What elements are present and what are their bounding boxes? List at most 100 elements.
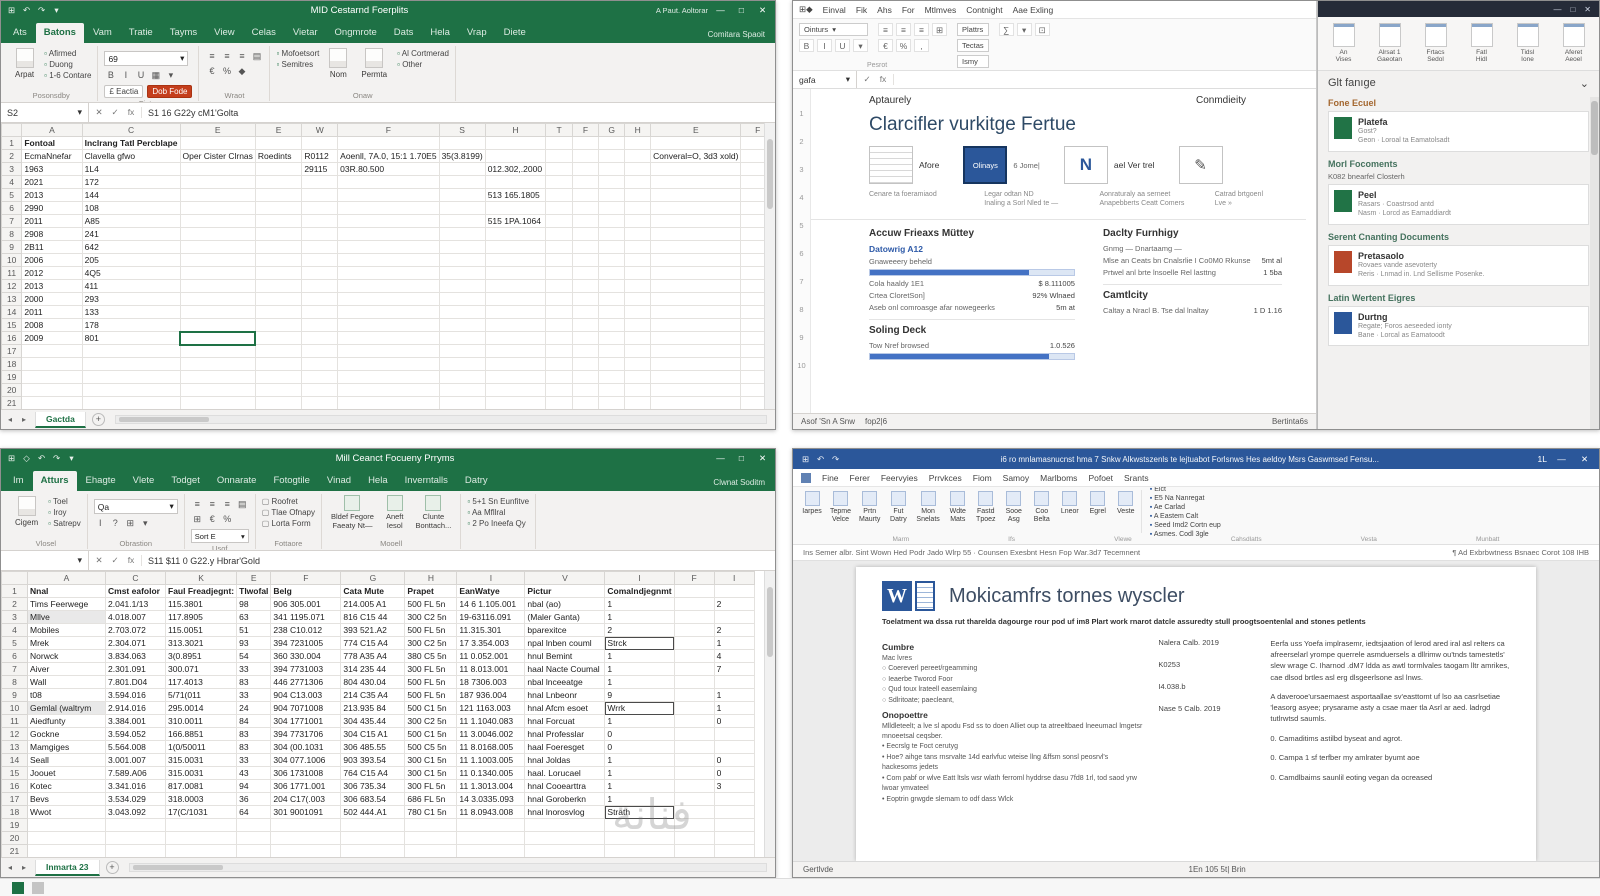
ribbon-tab[interactable]: Dats bbox=[386, 23, 422, 43]
cell[interactable] bbox=[236, 818, 272, 832]
column-header[interactable]: V bbox=[524, 571, 606, 585]
column-header[interactable]: C bbox=[105, 571, 166, 585]
ribbon-command[interactable]: A Eastem Calt bbox=[1150, 513, 1221, 520]
cell[interactable]: EanWatye bbox=[456, 584, 526, 598]
cell[interactable]: Comalndjegnmt bbox=[604, 584, 675, 598]
cell[interactable]: 1 bbox=[713, 636, 755, 650]
cell[interactable] bbox=[604, 831, 675, 845]
cell[interactable] bbox=[713, 675, 755, 689]
cell[interactable] bbox=[524, 844, 606, 857]
cell[interactable]: 300 C2 5n bbox=[404, 636, 458, 650]
format-icon[interactable]: U bbox=[134, 70, 147, 81]
cell[interactable]: Roedints bbox=[254, 149, 303, 163]
cell[interactable] bbox=[545, 136, 573, 150]
cell[interactable] bbox=[624, 292, 652, 306]
cell[interactable]: 2006 bbox=[21, 253, 83, 267]
row-header[interactable]: 4 bbox=[799, 193, 803, 221]
cell[interactable] bbox=[673, 740, 715, 754]
cell[interactable] bbox=[604, 818, 675, 832]
horizontal-scrollbar[interactable] bbox=[114, 415, 767, 424]
cell[interactable]: 1 bbox=[713, 688, 755, 702]
format-icon[interactable]: I bbox=[119, 70, 132, 81]
cell[interactable] bbox=[598, 396, 626, 409]
cell[interactable] bbox=[254, 305, 303, 319]
cell[interactable] bbox=[301, 357, 339, 371]
cell[interactable] bbox=[524, 818, 606, 832]
cell[interactable]: 3.384.001 bbox=[105, 714, 166, 728]
cell[interactable]: 7 bbox=[713, 662, 755, 676]
ribbon-button[interactable]: Tepme Velce bbox=[827, 490, 854, 533]
cell[interactable]: 3.534.029 bbox=[105, 792, 166, 806]
cell[interactable]: Inclrang Tatl Percblape bbox=[81, 136, 181, 150]
align-icon[interactable]: ≡ bbox=[205, 51, 218, 62]
status-left[interactable]: Gertlvde bbox=[803, 865, 833, 874]
cell[interactable]: 9 bbox=[604, 688, 675, 702]
cell[interactable] bbox=[254, 162, 303, 176]
column-header[interactable]: A bbox=[27, 571, 106, 585]
cell[interactable] bbox=[179, 396, 256, 409]
ribbon-checkbox[interactable]: Tlae Ofnapy bbox=[262, 508, 315, 517]
cell[interactable]: 500 FL 5n bbox=[404, 675, 458, 689]
row-header[interactable]: 15 bbox=[1, 766, 28, 780]
row-header[interactable]: 1 bbox=[799, 109, 803, 137]
cell[interactable]: 304 C15 A1 bbox=[340, 727, 406, 741]
row-header[interactable]: 2 bbox=[1, 149, 23, 163]
add-sheet-button[interactable]: + bbox=[105, 861, 119, 874]
sort-select[interactable]: Sort E ▾ bbox=[190, 529, 249, 543]
cell[interactable] bbox=[598, 357, 626, 371]
cell[interactable] bbox=[650, 162, 742, 176]
cell[interactable]: 2.304.071 bbox=[105, 636, 166, 650]
cell[interactable] bbox=[254, 188, 303, 202]
cell[interactable]: 205 bbox=[81, 253, 181, 267]
column-header[interactable]: F bbox=[673, 571, 715, 585]
minimize-button[interactable]: — bbox=[712, 5, 729, 15]
cell[interactable]: 54 bbox=[236, 649, 272, 663]
cell[interactable]: 121 1163.003 bbox=[456, 701, 526, 715]
cell[interactable]: nbal (ao) bbox=[524, 597, 606, 611]
editing-icon[interactable]: ∑ bbox=[998, 23, 1014, 36]
cell[interactable] bbox=[545, 279, 573, 293]
cell[interactable]: haal Foeresget bbox=[524, 740, 606, 754]
column-header[interactable]: G bbox=[340, 571, 406, 585]
cell[interactable] bbox=[624, 370, 652, 384]
formula-input[interactable]: S1 16 G22y cM1'Golta bbox=[142, 108, 775, 118]
cell[interactable] bbox=[254, 214, 303, 228]
cell[interactable]: 300 FL 5n bbox=[404, 662, 458, 676]
cell[interactable]: 2 bbox=[713, 597, 755, 611]
cell[interactable]: 11 3.0046.002 bbox=[456, 727, 526, 741]
cell[interactable]: 360 330.004 bbox=[270, 649, 342, 663]
window-control-icon[interactable]: — bbox=[1553, 5, 1561, 14]
cell[interactable] bbox=[673, 688, 715, 702]
cell[interactable]: 11 8.0168.005 bbox=[456, 740, 526, 754]
cell[interactable]: 306 735.34 bbox=[340, 779, 406, 793]
menu-item[interactable]: Prrvkces bbox=[929, 473, 962, 483]
maximize-button[interactable]: □ bbox=[733, 453, 750, 463]
row-header[interactable]: 9 bbox=[799, 333, 803, 361]
cell[interactable] bbox=[650, 370, 742, 384]
cell[interactable]: 515 1PA.1064 bbox=[484, 214, 547, 228]
cell[interactable] bbox=[301, 305, 339, 319]
cell[interactable] bbox=[301, 253, 339, 267]
cell[interactable] bbox=[624, 240, 652, 254]
ribbon-button[interactable]: Fut Datry bbox=[885, 490, 911, 533]
cell[interactable]: 500 C5 5n bbox=[404, 740, 458, 754]
cell[interactable] bbox=[598, 240, 626, 254]
ribbon-tab[interactable]: Vrap bbox=[459, 23, 495, 43]
cell[interactable] bbox=[713, 584, 755, 598]
cell[interactable]: 214 C35 A4 bbox=[340, 688, 406, 702]
formula-bar-icon[interactable]: fx bbox=[123, 555, 139, 566]
cell[interactable] bbox=[545, 370, 573, 384]
cell[interactable]: 0 bbox=[713, 714, 755, 728]
cell[interactable] bbox=[713, 818, 755, 832]
cell[interactable]: 2.301.091 bbox=[105, 662, 166, 676]
cell[interactable]: 1 bbox=[604, 753, 675, 767]
sheet-nav-arrow[interactable]: ▸ bbox=[19, 415, 29, 424]
cell[interactable] bbox=[254, 357, 303, 371]
cell[interactable]: 3.594.052 bbox=[105, 727, 166, 741]
cell[interactable]: Belg bbox=[270, 584, 342, 598]
number-format-icon[interactable]: , bbox=[914, 39, 929, 52]
quick-access-icon[interactable]: ⊞ bbox=[5, 453, 18, 464]
row-header[interactable]: 6 bbox=[1, 201, 23, 215]
cell[interactable]: 166.8851 bbox=[164, 727, 238, 741]
quick-access-icon[interactable]: ▾ bbox=[65, 453, 78, 464]
